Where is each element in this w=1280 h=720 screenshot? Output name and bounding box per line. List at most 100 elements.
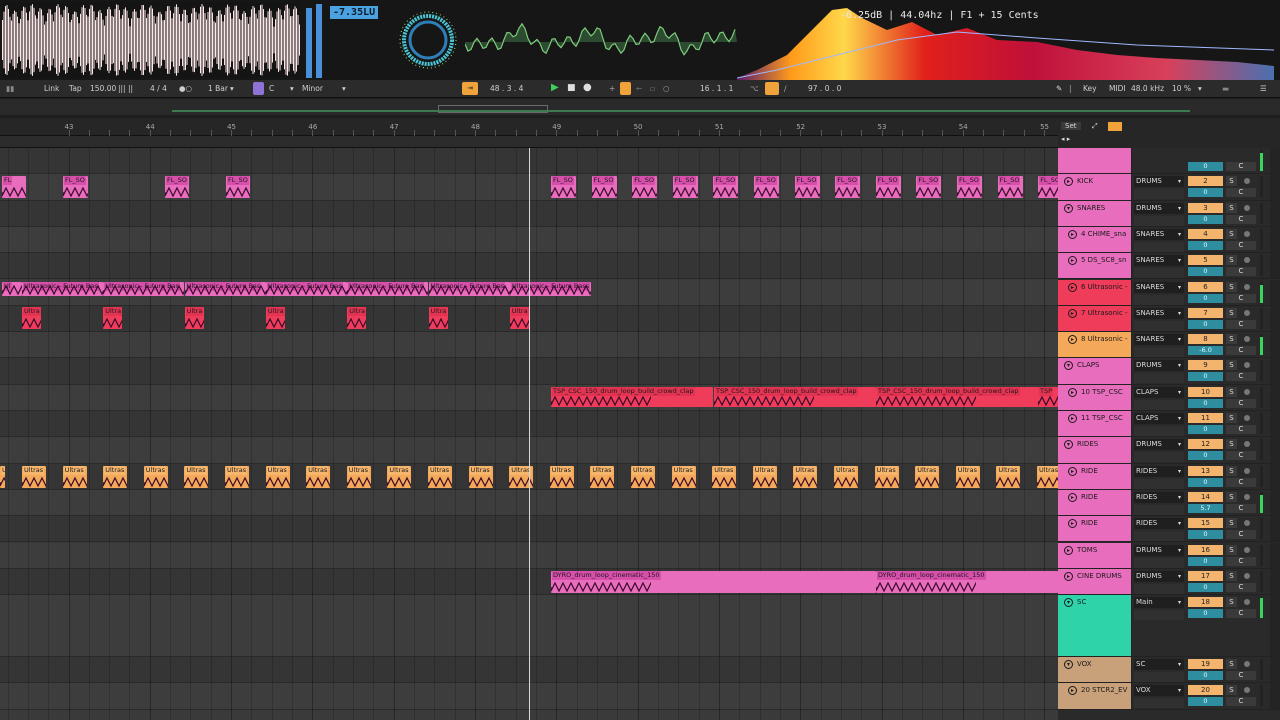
link-button[interactable]: Link [44, 84, 59, 93]
audio-clip[interactable]: DYRO_drum_loop_cinematic_150 [551, 570, 876, 593]
arm-record-icon[interactable] [1244, 362, 1250, 369]
audio-clip[interactable]: Ultra [347, 306, 367, 329]
pan-field[interactable]: C [1226, 214, 1256, 224]
track-fold-icon[interactable]: ▸ [1068, 229, 1077, 239]
track-volume-field[interactable]: 0 [1188, 609, 1223, 619]
audio-clip[interactable]: Ultrasonic - Future Bas [347, 281, 429, 296]
track-activator-button[interactable]: 20 [1188, 685, 1223, 696]
track-name-area[interactable]: ▾ VOX [1058, 657, 1132, 683]
track-activator-button[interactable]: 4 [1188, 228, 1223, 239]
track-fold-icon[interactable]: ▸ [1068, 308, 1077, 318]
solo-button[interactable]: S [1226, 465, 1237, 476]
output-routing-select[interactable]: SNARES ▾ [1134, 307, 1184, 319]
audio-clip[interactable]: Ultras [793, 465, 818, 488]
track-name-area[interactable]: ▾ SC [1058, 595, 1132, 657]
output-routing-select[interactable]: SNARES ▾ [1134, 255, 1184, 267]
audio-clip[interactable]: Ultrasonic - Future Bas [428, 281, 510, 296]
track-name-area[interactable]: ▸ 10 TSP_CSC [1058, 384, 1132, 410]
track-volume-field[interactable]: 0 [1188, 451, 1223, 461]
output-routing-select[interactable]: RIDES ▾ [1134, 518, 1184, 530]
output-routing-select[interactable]: DRUMS ▾ [1134, 439, 1184, 451]
track-activator-button[interactable]: 12 [1188, 439, 1223, 450]
pan-field[interactable]: C [1226, 372, 1256, 382]
track-header[interactable]: ▸ RIDE RIDES ▾ 15 S 0 C [1058, 516, 1280, 543]
arm-record-icon[interactable] [1244, 572, 1250, 579]
audio-clip[interactable]: FL_SO [794, 176, 820, 199]
position-display[interactable]: 48 . 3 . 4 [490, 84, 523, 93]
audio-clip[interactable]: Ultras [955, 465, 980, 488]
loop-length-field[interactable]: 97 . 0 . 0 [808, 84, 841, 93]
audio-clip[interactable]: FL_SO [63, 176, 88, 199]
input-routing-select[interactable] [1134, 504, 1184, 515]
track-name-area[interactable]: ▸ RIDE [1058, 463, 1132, 489]
stop-icon[interactable]: ■ [567, 83, 576, 93]
metronome-icon[interactable]: ●○ [179, 84, 192, 93]
track-volume-field[interactable]: 0 [1188, 188, 1223, 198]
track-activator-button[interactable]: 5 [1188, 255, 1223, 266]
midi-map-button[interactable]: MIDI [1109, 84, 1126, 93]
track-header[interactable]: ▸ RIDE RIDES ▾ 13 S 0 C [1058, 463, 1280, 490]
audio-clip[interactable]: Ultras [752, 465, 777, 488]
audio-clip[interactable]: Ultrasonic - Future Bas [103, 281, 185, 296]
track-volume-field[interactable]: 0 [1188, 530, 1223, 540]
solo-button[interactable]: S [1226, 518, 1237, 529]
input-routing-select[interactable] [1134, 215, 1184, 226]
input-routing-select[interactable] [1134, 241, 1184, 252]
audio-clip[interactable]: Ultras [0, 465, 5, 488]
audio-clip[interactable]: Ultras [996, 465, 1021, 488]
audio-clip[interactable]: FL_SO [713, 176, 739, 199]
audio-clip[interactable]: FL [2, 176, 26, 199]
arm-record-icon[interactable] [1244, 336, 1250, 343]
audio-clip[interactable]: Ultras [387, 465, 412, 488]
input-routing-select[interactable] [1134, 583, 1184, 594]
arm-record-icon[interactable] [1244, 441, 1250, 448]
input-routing-select[interactable] [1134, 610, 1184, 621]
arm-record-icon[interactable] [1244, 283, 1250, 290]
arm-record-icon[interactable] [1244, 687, 1250, 694]
audio-clip[interactable]: Ultras [915, 465, 940, 488]
audio-clip[interactable]: FL_SO [551, 176, 576, 199]
quantize-select[interactable]: 1 Bar [208, 84, 228, 93]
track-header[interactable]: ▸ 7 Ultrasonic - SNARES ▾ 7 S 0 C [1058, 305, 1280, 333]
arm-record-icon[interactable] [1244, 493, 1250, 500]
output-routing-select[interactable]: SNARES ▾ [1134, 281, 1184, 293]
pan-field[interactable]: C [1226, 609, 1256, 619]
audio-clip[interactable]: Ultras [22, 465, 46, 488]
track-header[interactable]: ▸ 11 TSP_CSC CLAPS ▾ 11 S 0 C [1058, 411, 1280, 438]
follow-icon[interactable]: ⇥ [462, 82, 478, 95]
track-fold-icon[interactable]: ▸ [1068, 492, 1077, 502]
input-routing-select[interactable] [1134, 373, 1184, 384]
audio-clip[interactable]: FL_SO [226, 176, 250, 199]
output-routing-select[interactable]: SC ▾ [1134, 659, 1184, 671]
track-name-area[interactable]: ▾ CLAPS [1058, 358, 1132, 384]
track-header[interactable]: ▾ SNARES DRUMS ▾ 3 S 0 C [1058, 200, 1280, 227]
back-icon[interactable]: ← [636, 84, 642, 93]
audio-clip[interactable]: Ultra [428, 306, 448, 329]
track-activator-button[interactable]: 6 [1188, 281, 1223, 292]
track-volume-field[interactable]: 0 [1188, 477, 1223, 487]
pan-field[interactable]: C [1226, 267, 1256, 277]
audio-clip[interactable]: TSP_CSC_150_drum_loop_build_crowd_clap [551, 386, 713, 407]
solo-button[interactable]: S [1226, 597, 1237, 608]
output-routing-select[interactable]: DRUMS ▾ [1134, 570, 1184, 582]
audio-clip[interactable]: Ultras [62, 465, 87, 488]
expand-icon[interactable]: ⤢ [1092, 122, 1098, 131]
solo-button[interactable]: S [1226, 439, 1237, 450]
audio-clip[interactable]: Ultras [428, 465, 452, 488]
track-name-area[interactable]: ▸ 5 DS_SC8_sn [1058, 253, 1132, 279]
track-name-area[interactable]: ▸ 7 Ultrasonic - [1058, 305, 1132, 332]
automation-arm-icon[interactable] [620, 82, 631, 95]
track-volume-field[interactable]: 0 [1188, 398, 1223, 408]
group-fold-icon[interactable]: ▾ [1064, 440, 1073, 450]
audio-clip[interactable]: TSP_CSC_150_drum_loop_build_crowd_clap [714, 386, 876, 407]
input-routing-select[interactable] [1134, 557, 1184, 568]
track-name-area[interactable]: ▸ 11 TSP_CSC [1058, 411, 1132, 437]
arm-record-icon[interactable] [1244, 257, 1250, 264]
solo-button[interactable]: S [1226, 659, 1237, 670]
track-volume-field[interactable]: 0 [1188, 293, 1223, 303]
pan-field[interactable]: C [1226, 503, 1256, 513]
tempo-field[interactable]: 150.00 [90, 84, 116, 93]
audio-clip[interactable]: Ultras [712, 465, 737, 488]
track-name-area[interactable]: ▾ RIDES [1058, 437, 1132, 463]
pan-field[interactable]: C [1226, 697, 1256, 707]
